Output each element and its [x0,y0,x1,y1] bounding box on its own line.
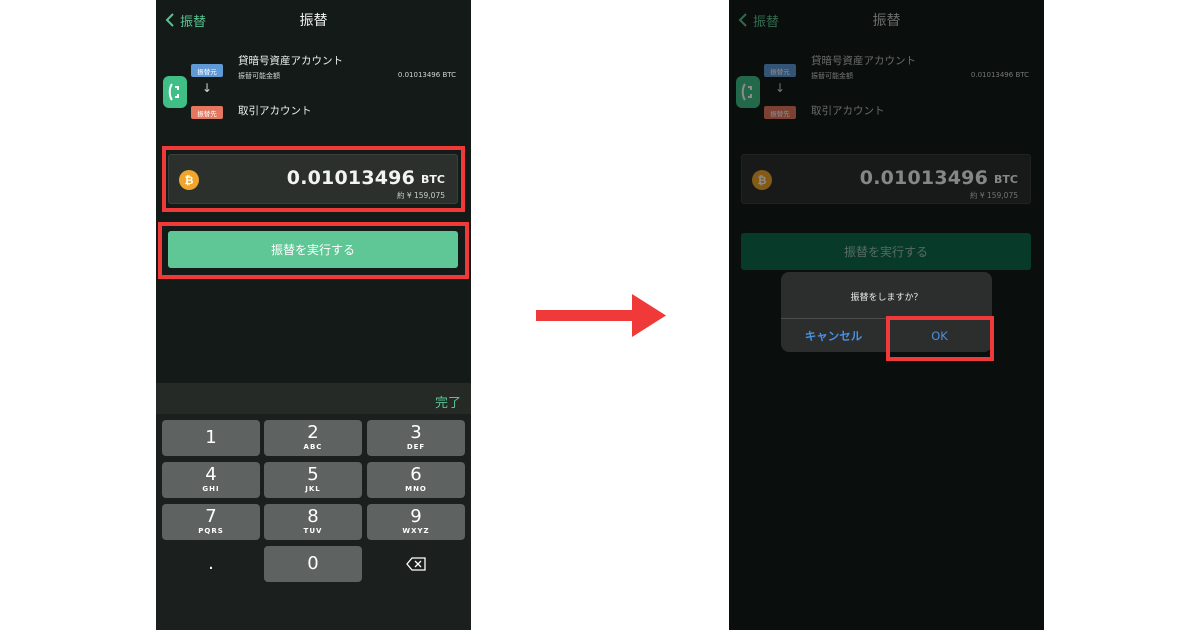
key-letters: JKL [305,485,321,493]
from-account-name: 貸暗号資産アカウント [238,55,343,67]
transfer-summary: 振替元 ↓ 振替先 貸暗号資産アカウント 振替可能金額 0.01013496 B… [156,48,471,128]
key-digit: 1 [205,427,217,448]
keyboard-toolbar: 完了 [156,383,471,414]
key-letters: PQRS [198,527,224,535]
key-digit: 2 [307,422,319,443]
dialog-message: 振替をしますか？ [850,293,923,303]
phone-transfer-icon [168,83,179,101]
key-digit: 8 [307,506,319,527]
key-letters: TUV [303,527,323,535]
key-digit: 3 [410,422,422,443]
key-letters: MNO [405,485,427,493]
key-3[interactable]: 3 DEF [367,420,465,456]
key-dot[interactable]: . [162,546,260,582]
key-6[interactable]: 6 MNO [367,462,465,498]
backspace-icon [406,557,426,571]
key-7[interactable]: 7 PQRS [162,504,260,540]
arrow-right-icon [536,294,666,337]
key-digit: 4 [205,464,217,485]
phone-screen-confirm: 振替 振替 振替元 ↓ 振替先 貸暗号資産アカウント 振替可能金額 0.0101… [729,0,1044,630]
transfer-app-icon [163,76,187,108]
bitcoin-icon: ₿ [179,170,199,190]
key-4[interactable]: 4 GHI [162,462,260,498]
key-1[interactable]: 1 [162,420,260,456]
amount-yen-estimate: 約 ¥ 159,075 [396,191,445,200]
to-badge: 振替先 [191,106,223,119]
ok-button[interactable]: OK [887,319,992,352]
key-5[interactable]: 5 JKL [264,462,362,498]
available-amount: 0.01013496 BTC [397,71,456,79]
key-delete[interactable] [367,546,465,582]
numeric-keyboard: 完了 1 2 ABC 3 DEF 4 GHI 5 JKL 6 MNO 7 PQR… [156,383,471,630]
phone-screen-input: 振替 振替 振替元 ↓ 振替先 貸暗号資産アカウント 振替可能金額 0.0101… [156,0,471,630]
key-8[interactable]: 8 TUV [264,504,362,540]
key-2[interactable]: 2 ABC [264,420,362,456]
done-button[interactable]: 完了 [435,392,461,411]
page-title: 振替 [299,13,328,29]
from-badge: 振替元 [191,64,223,77]
key-digit: 9 [410,506,422,527]
nav-bar: 振替 振替 [156,0,471,40]
key-digit: 5 [307,464,319,485]
available-label: 振替可能金額 [238,72,280,80]
arrow-down-icon: ↓ [202,81,213,95]
key-letters: WXYZ [402,527,430,535]
key-digit: . [208,553,214,574]
key-letters: ABC [303,443,323,451]
key-digit: 0 [307,553,319,574]
confirm-dialog: 振替をしますか？ キャンセル OK [781,272,992,352]
key-letters: GHI [202,485,220,493]
amount-unit: BTC [421,173,445,186]
execute-transfer-button[interactable]: 振替を実行する [168,231,458,268]
to-account-name: 取引アカウント [238,105,312,117]
key-0[interactable]: 0 [264,546,362,582]
key-letters: DEF [406,443,426,451]
tutorial-image: 振替 振替 振替元 ↓ 振替先 貸暗号資産アカウント 振替可能金額 0.0101… [0,0,1200,630]
cancel-button[interactable]: キャンセル [781,319,886,352]
key-digit: 6 [410,464,422,485]
key-digit: 7 [205,506,217,527]
amount-input[interactable]: ₿ 0.01013496 BTC 約 ¥ 159,075 [168,154,458,204]
key-9[interactable]: 9 WXYZ [367,504,465,540]
amount-value: 0.01013496 [286,167,415,189]
